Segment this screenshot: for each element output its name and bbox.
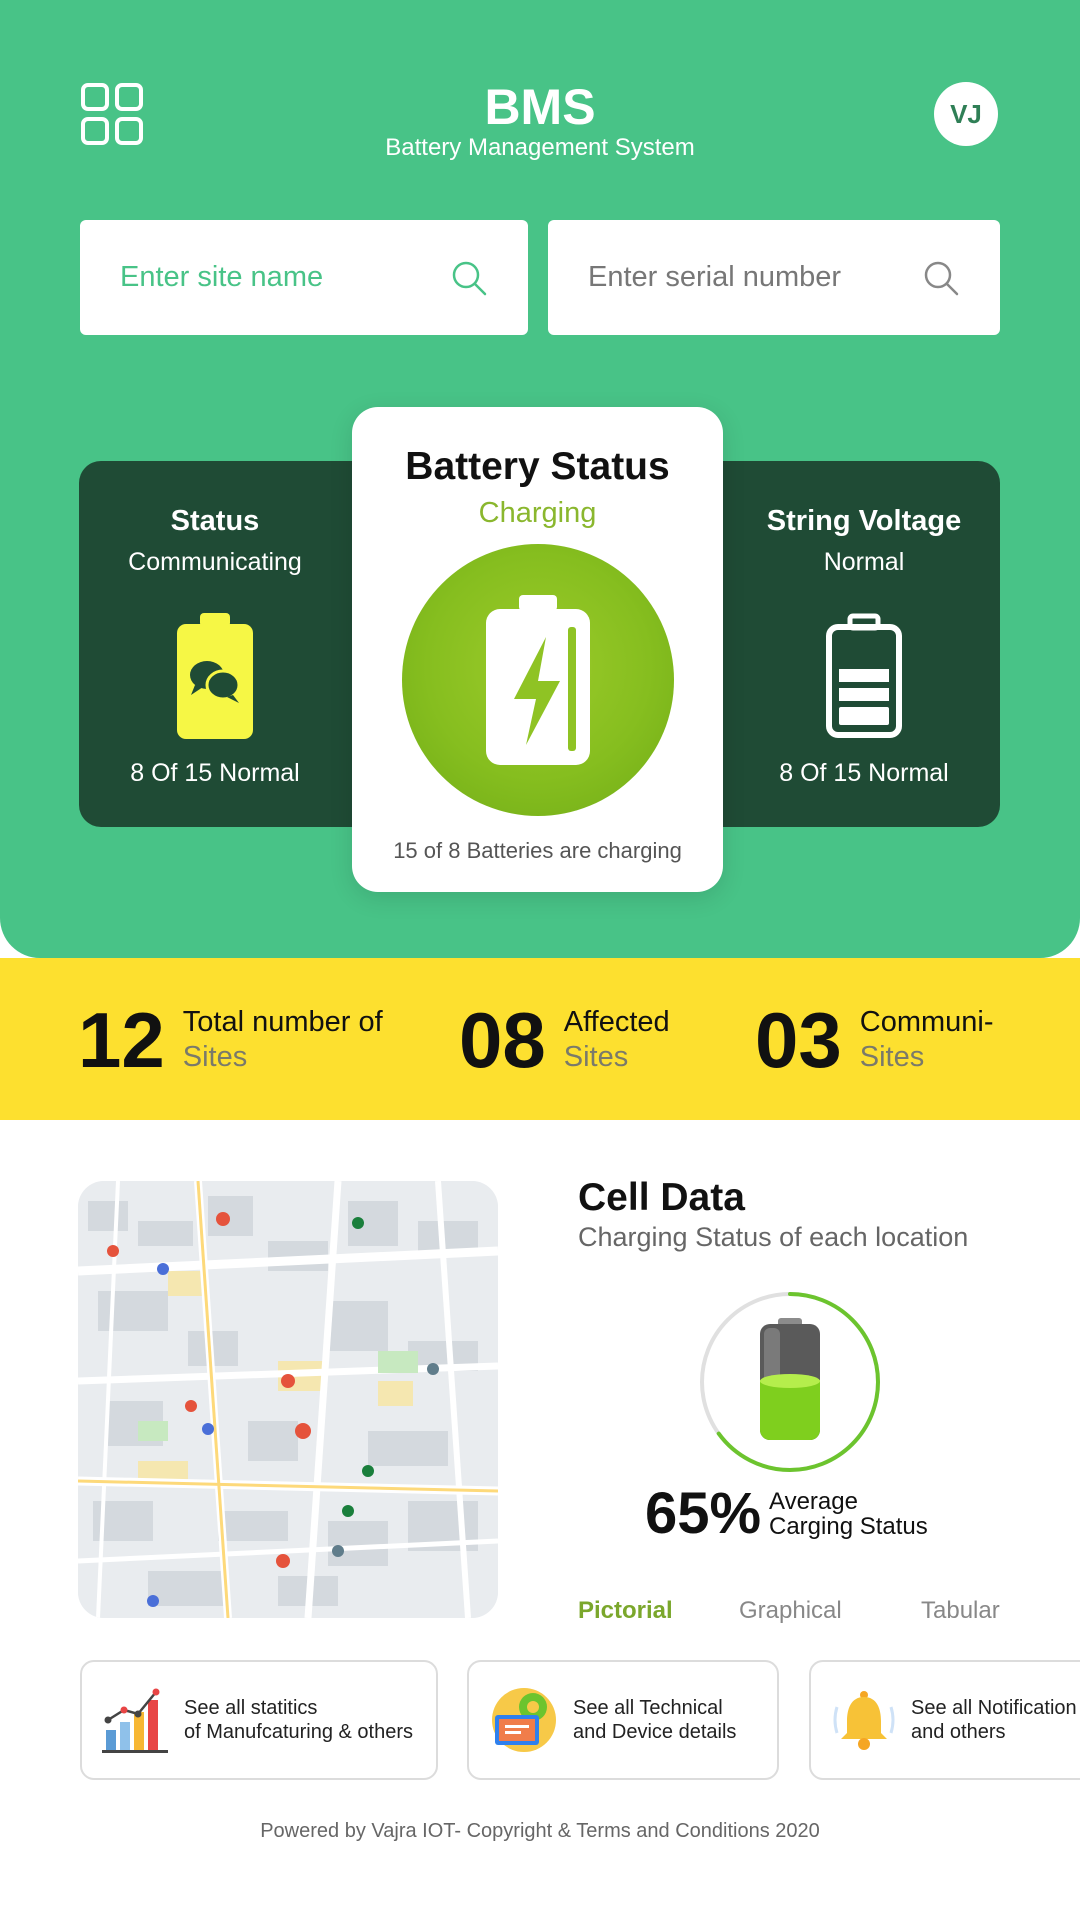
stat-value: 08 <box>459 996 546 1084</box>
stat-communicating-sites[interactable]: 03 Communi- Sites <box>755 1000 994 1080</box>
battery-status-footer: 15 of 8 Batteries are charging <box>393 838 682 863</box>
map-image <box>78 1181 498 1618</box>
status-card-footer: 8 Of 15 Normal <box>130 759 300 787</box>
serial-search-input[interactable] <box>588 261 922 294</box>
notifications-text: See all Notification and others <box>911 1696 1077 1744</box>
battery-status-card[interactable]: Battery Status Charging 15 of 8 Batterie… <box>352 407 723 892</box>
statistics-card[interactable]: See all statitics of Manufcaturing & oth… <box>80 1660 438 1780</box>
battery-status-subtitle: Charging <box>478 497 597 529</box>
stat-label-line1: Total number of <box>182 1006 383 1038</box>
stat-affected-sites[interactable]: 08 Affected Sites <box>459 1000 670 1080</box>
tab-tabular[interactable]: Tabular <box>921 1597 1000 1625</box>
battery-cell-icon <box>760 1318 820 1440</box>
technical-details-card[interactable]: See all Technical and Device details <box>467 1660 779 1780</box>
stat-label-line1: Communi- <box>859 1006 994 1038</box>
site-search-input[interactable] <box>120 261 450 294</box>
battery-level-icon <box>826 613 902 738</box>
status-card[interactable]: Status Communicating 8 Of 15 Normal <box>79 461 379 827</box>
statistics-card-line1: See all statitics <box>184 1697 318 1719</box>
stat-total-sites[interactable]: 12 Total number of Sites <box>78 1000 383 1080</box>
footer-text: Powered by Vajra IOT- Copyright & Terms … <box>260 1820 820 1842</box>
stat-value: 12 <box>78 996 165 1084</box>
sites-map[interactable] <box>78 1181 498 1618</box>
status-card-title: Status <box>170 505 260 537</box>
statistics-card-text: See all statitics of Manufcaturing & oth… <box>184 1696 413 1744</box>
user-avatar[interactable]: VJ <box>934 82 998 146</box>
charging-avg-label: Average Carging Status <box>769 1489 928 1539</box>
string-voltage-card[interactable]: String Voltage Normal 8 Of 15 Normal <box>700 461 1000 827</box>
battery-status-circle <box>401 544 674 816</box>
stat-label-line2: Sites <box>859 1041 925 1073</box>
cell-data-title: Cell Data <box>578 1176 745 1219</box>
bar-chart-icon <box>102 1688 168 1753</box>
stat-label: Affected Sites <box>564 1005 670 1075</box>
tab-graphical[interactable]: Graphical <box>739 1597 842 1625</box>
bell-icon <box>833 1691 895 1750</box>
string-voltage-footer: 8 Of 15 Normal <box>779 759 949 787</box>
app-subtitle: Battery Management System <box>385 134 695 161</box>
app-title: BMS <box>484 79 596 135</box>
string-voltage-subtitle: Normal <box>823 548 905 576</box>
charging-avg-line2: Carging Status <box>769 1513 928 1540</box>
cell-data-subtitle: Charging Status of each location <box>578 1222 969 1252</box>
search-icon[interactable] <box>922 259 960 297</box>
search-icon[interactable] <box>450 259 488 297</box>
serial-search-box <box>548 220 1000 335</box>
notifications-line1: See all Notification <box>911 1697 1077 1719</box>
site-search-box <box>80 220 528 335</box>
stat-label-line1: Affected <box>563 1006 670 1038</box>
device-gear-icon <box>492 1688 556 1752</box>
technical-details-line1: See all Technical <box>573 1697 723 1719</box>
stat-label-line2: Sites <box>182 1041 248 1073</box>
statistics-card-line2: of Manufcaturing & others <box>184 1721 414 1743</box>
stat-label: Communi- Sites <box>860 1005 994 1075</box>
technical-details-text: See all Technical and Device details <box>573 1696 736 1744</box>
battery-chat-icon <box>177 613 253 739</box>
technical-details-line2: and Device details <box>573 1721 737 1743</box>
charging-avg-line1: Average <box>769 1488 858 1515</box>
tab-pictorial[interactable]: Pictorial <box>578 1597 673 1625</box>
stat-label: Total number of Sites <box>183 1005 383 1075</box>
battery-charging-icon <box>485 595 590 765</box>
charging-gauge <box>700 1292 880 1472</box>
notifications-line2: and others <box>911 1721 1006 1743</box>
string-voltage-title: String Voltage <box>766 505 962 537</box>
status-card-subtitle: Communicating <box>128 548 302 576</box>
charging-percent: 65% <box>645 1481 762 1546</box>
stat-label-line2: Sites <box>563 1041 629 1073</box>
stat-value: 03 <box>755 996 842 1084</box>
battery-status-title: Battery Status <box>405 445 670 488</box>
notifications-card[interactable]: See all Notification and others <box>809 1660 1080 1780</box>
